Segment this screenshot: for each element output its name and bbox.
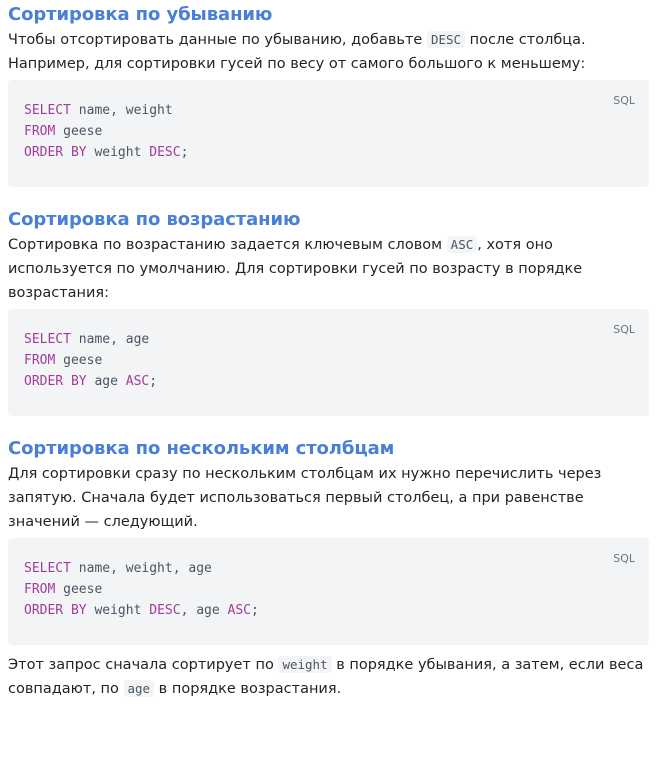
summary-text: Этот запрос сначала сортирует по weight … [8, 656, 644, 697]
section-asc: Сортировка по возрастанию Сортировка по … [8, 209, 658, 416]
section-title-asc: Сортировка по возрастанию [8, 209, 301, 230]
inline-code-desc: DESC [426, 31, 466, 48]
code-line: FROM geese [24, 582, 103, 597]
code-language-label: SQL [613, 323, 635, 336]
inline-code-weight: weight [278, 656, 332, 673]
section-text-multi: Для сортировки сразу по нескольким столб… [8, 466, 602, 530]
code-line: ORDER BY weight DESC; [24, 145, 189, 160]
section-text-desc: Чтобы отсортировать данные по убыванию, … [8, 31, 586, 72]
code-line: ORDER BY age ASC; [24, 374, 158, 389]
code-line: FROM geese [24, 124, 103, 139]
section-desc: Сортировка по убыванию Чтобы отсортирова… [8, 0, 658, 187]
code-line: FROM geese [24, 353, 103, 368]
code-block-desc[interactable]: SQL SELECT name, weight FROM geese ORDER… [8, 80, 649, 187]
code-block-asc[interactable]: SQL SELECT name, age FROM geese ORDER BY… [8, 309, 649, 416]
code-language-label: SQL [613, 94, 635, 107]
section-text-asc: Сортировка по возрастанию задается ключе… [8, 236, 583, 301]
inline-code-asc: ASC [446, 236, 478, 253]
code-language-label: SQL [613, 552, 635, 565]
section-title-desc: Сортировка по убыванию [8, 4, 273, 25]
code-line: ORDER BY weight DESC, age ASC; [24, 603, 259, 618]
section-title-multi: Сортировка по нескольким столбцам [8, 438, 395, 459]
inline-code-age: age [123, 680, 155, 697]
section-multi: Сортировка по нескольким столбцам Для со… [8, 438, 658, 645]
code-block-multi[interactable]: SQL SELECT name, weight, age FROM geese … [8, 538, 649, 645]
code-line: SELECT name, weight, age [24, 561, 212, 576]
code-line: SELECT name, age [24, 332, 150, 347]
code-line: SELECT name, weight [24, 103, 173, 118]
article: Сортировка по убыванию Чтобы отсортирова… [0, 0, 666, 701]
